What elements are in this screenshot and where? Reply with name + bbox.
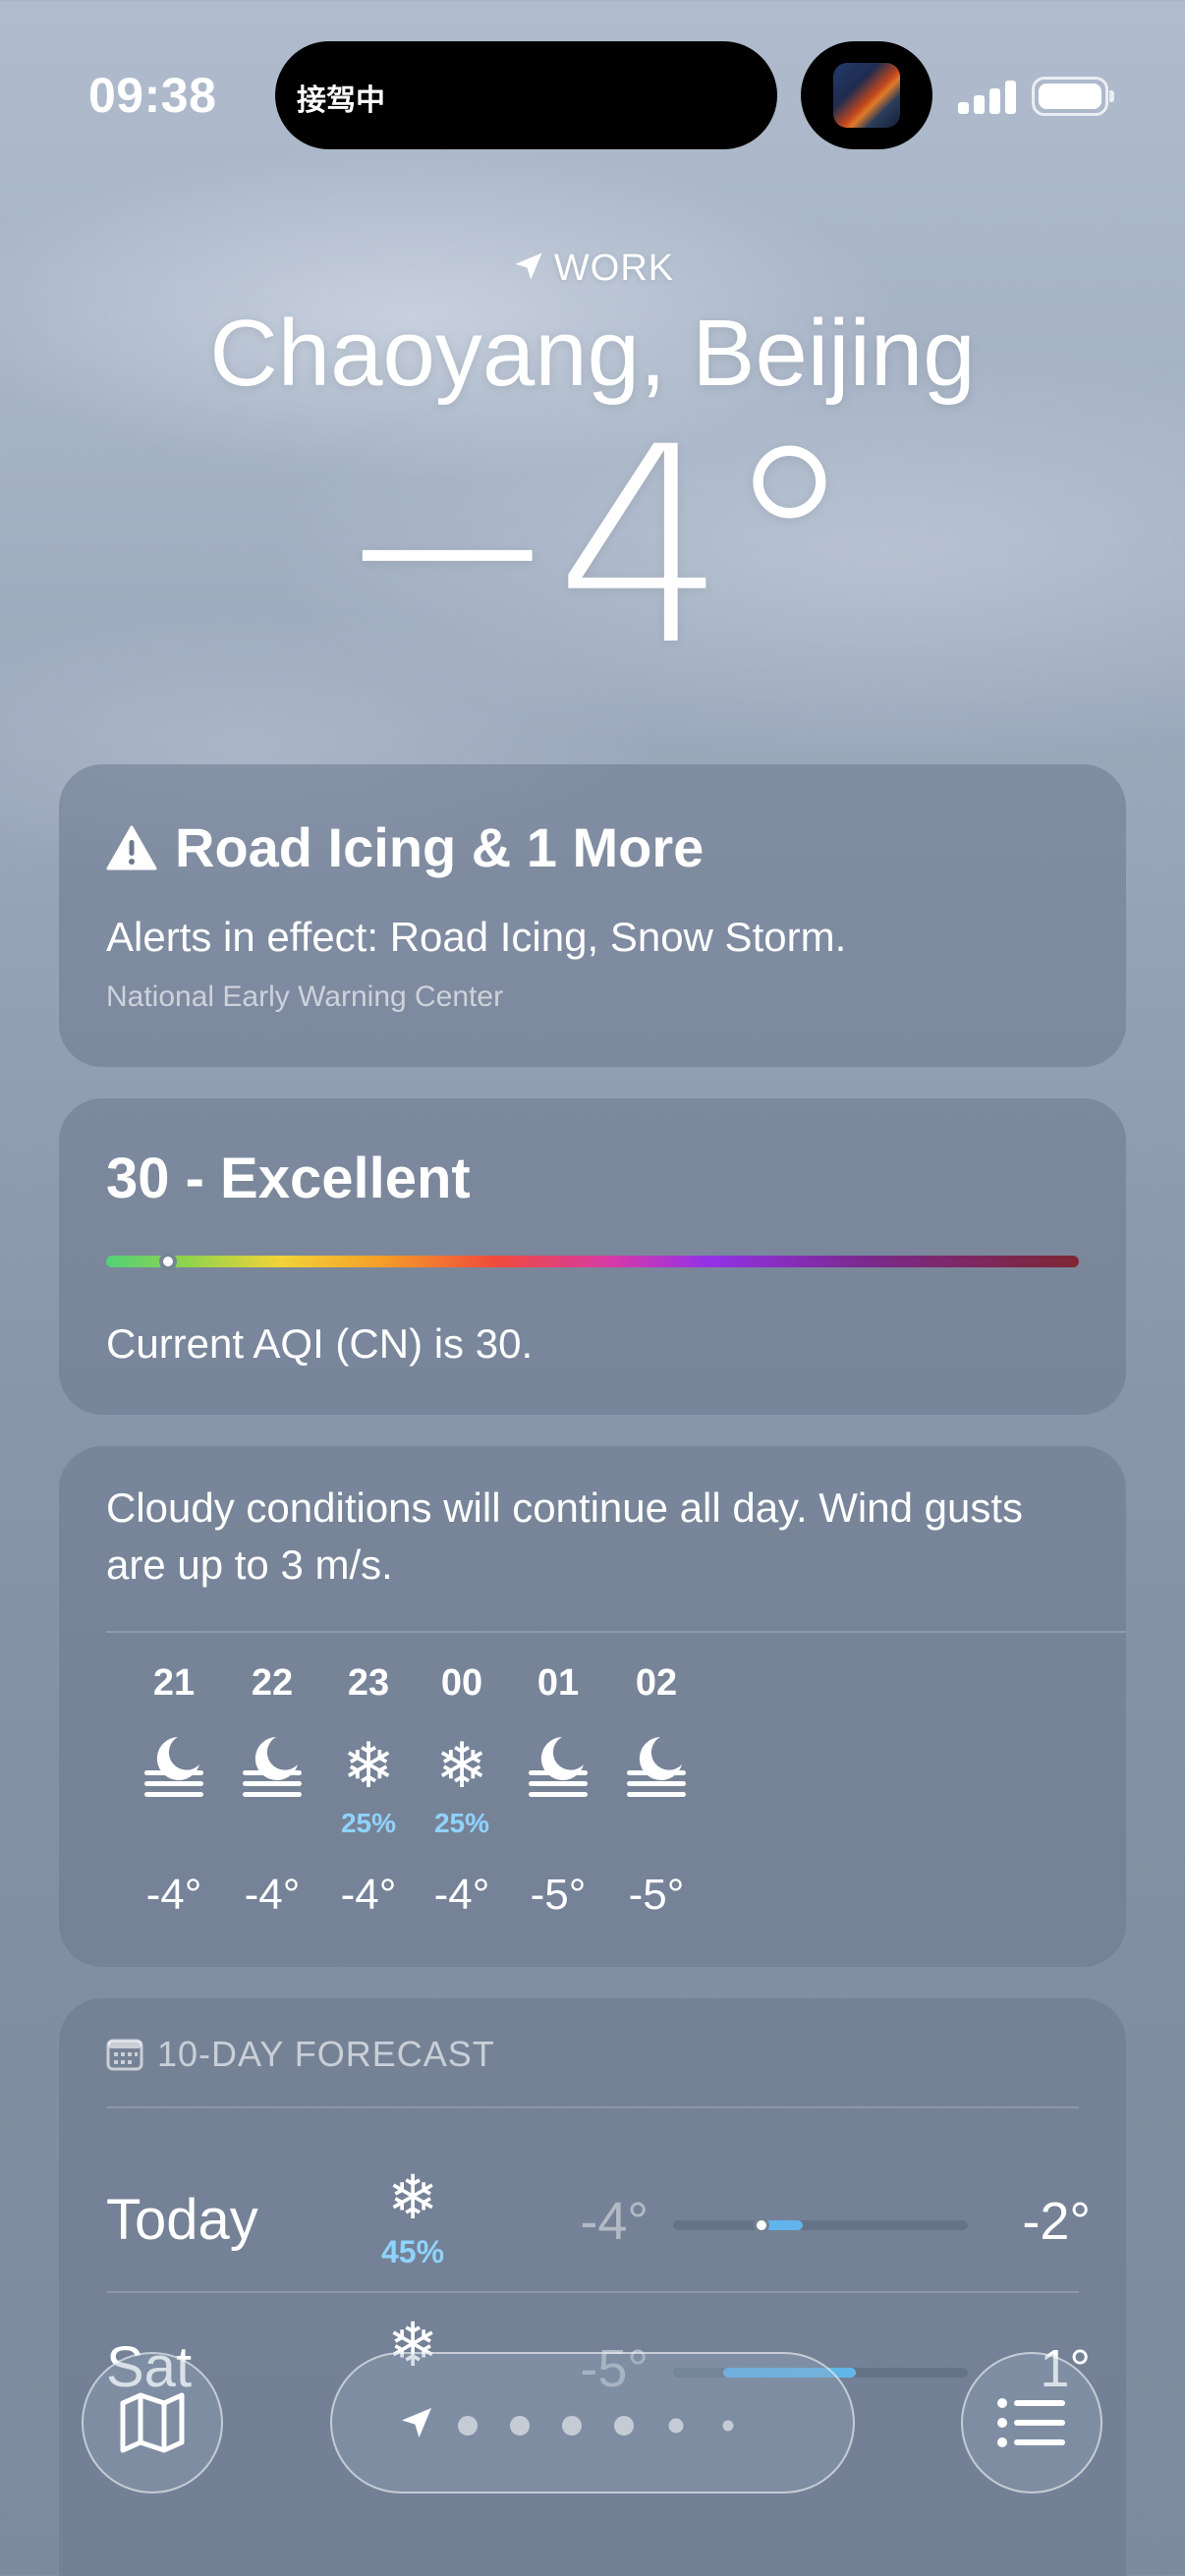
page-dot[interactable] <box>510 2416 530 2436</box>
hourly-divider <box>106 1631 1126 1633</box>
forecast-header: 10-DAY FORECAST <box>106 2034 495 2075</box>
battery-icon <box>1032 77 1114 116</box>
moon-fog-icon <box>592 1731 720 1814</box>
hourly-summary: Cloudy conditions will continue all day.… <box>106 1484 1024 1588</box>
location-label-row: WORK <box>0 248 1185 290</box>
page-dot[interactable] <box>458 2416 478 2436</box>
page-indicator[interactable] <box>330 2352 855 2493</box>
aqi-scale-bar <box>106 1256 1079 1267</box>
album-art-icon[interactable] <box>833 63 900 128</box>
air-quality-card[interactable]: 30 - Excellent Current AQI (CN) is 30. <box>59 1098 1126 1415</box>
calendar-icon <box>106 2039 143 2071</box>
hourly-forecast-card[interactable]: Cloudy conditions will continue all day.… <box>59 1446 1126 1967</box>
snowflake-icon: ❄ 45% <box>354 2165 472 2270</box>
forecast-header-label: 10-DAY FORECAST <box>157 2034 495 2074</box>
page-dot[interactable] <box>668 2418 684 2434</box>
forecast-high: -2° <box>1022 2192 1091 2251</box>
map-icon <box>120 2392 185 2453</box>
location-arrow-icon <box>515 252 542 280</box>
aqi-title: 30 - Excellent <box>106 1147 471 1210</box>
forecast-temp-range-bar <box>673 2217 968 2233</box>
forecast-precip-chance: 45% <box>380 2234 445 2269</box>
page-dot[interactable] <box>722 2420 734 2432</box>
status-time: 09:38 <box>88 68 217 123</box>
page-dot[interactable] <box>614 2416 634 2436</box>
island-activity-text: 接驾中 <box>297 84 385 118</box>
forecast-day: Today <box>106 2188 258 2252</box>
cellular-signal-icon <box>958 79 1017 114</box>
aqi-description: Current AQI (CN) is 30. <box>106 1320 534 1367</box>
forecast-low: -4° <box>580 2192 649 2251</box>
current-temperature: −4° <box>333 390 858 705</box>
alert-source: National Early Warning Center <box>106 980 504 1013</box>
location-label: WORK <box>553 248 675 289</box>
alert-description: Alerts in effect: Road Icing, Snow Storm… <box>106 914 847 960</box>
list-button[interactable] <box>961 2352 1102 2493</box>
weather-alert-card[interactable]: Road Icing & 1 More Alerts in effect: Ro… <box>59 764 1126 1067</box>
forecast-row[interactable]: Today ❄ 45% -4° -2° <box>59 2144 1126 2291</box>
hourly-time: 02 <box>635 1662 678 1704</box>
page-dot[interactable] <box>562 2416 582 2436</box>
alert-title-row: Road Icing & 1 More <box>106 815 704 879</box>
alert-title: Road Icing & 1 More <box>175 816 705 878</box>
forecast-divider <box>106 2106 1079 2108</box>
warning-icon <box>106 825 157 869</box>
location-arrow-icon[interactable] <box>397 2403 436 2442</box>
hourly-temp: -5° <box>628 1871 685 1919</box>
hourly-scroll[interactable]: 21 -4° 22 -4° 23 ❄ 25% -4° 00 ❄ 25% -4° 01 -5° 02 -5° <box>59 1662 1126 1947</box>
map-button[interactable] <box>82 2352 223 2493</box>
aqi-indicator <box>159 1253 178 1270</box>
forecast-current-temp-dot <box>754 2217 769 2233</box>
list-icon <box>997 2398 1065 2447</box>
